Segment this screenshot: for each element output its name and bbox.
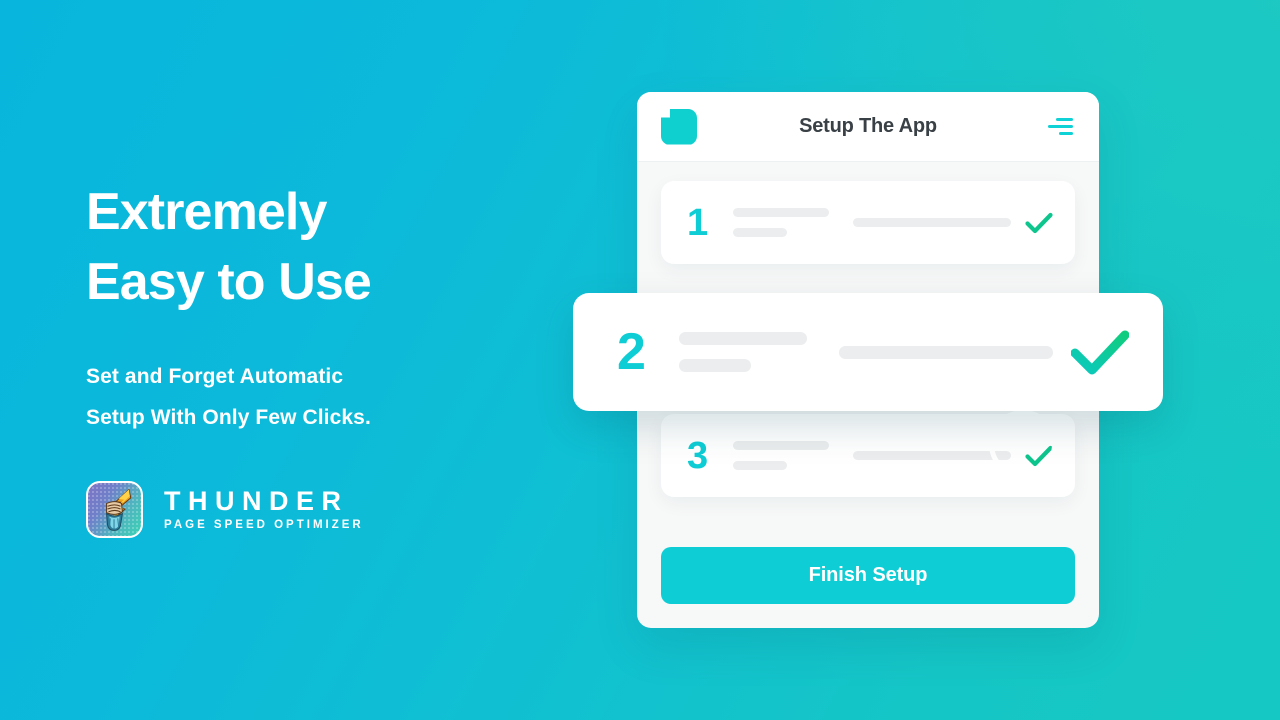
step-placeholder-lines-primary bbox=[733, 208, 829, 237]
step-number: 1 bbox=[687, 201, 709, 244]
left-content-panel: Extremely Easy to Use Set and Forget Aut… bbox=[86, 178, 556, 538]
brand-name: THUNDER bbox=[164, 485, 349, 516]
subheadline-line-1: Set and Forget Automatic bbox=[86, 365, 344, 389]
step-placeholder-lines-secondary bbox=[829, 218, 1017, 227]
skeleton-bar bbox=[733, 208, 829, 217]
page-title: Extremely Easy to Use bbox=[86, 178, 556, 317]
hamburger-menu-icon[interactable] bbox=[1048, 118, 1073, 135]
skeleton-bar bbox=[853, 451, 1011, 460]
setup-step-row-highlighted[interactable]: 2 bbox=[573, 293, 1163, 411]
skeleton-bar bbox=[733, 228, 787, 237]
skeleton-bar bbox=[679, 359, 751, 372]
finish-setup-button[interactable]: Finish Setup bbox=[661, 547, 1075, 604]
step-placeholder-lines-secondary bbox=[829, 451, 1017, 460]
headline-line-1: Extremely bbox=[86, 183, 327, 241]
fist-holding-lightning-bolt-icon bbox=[86, 481, 143, 538]
skeleton-bar bbox=[679, 332, 807, 345]
skeleton-bar bbox=[733, 441, 829, 450]
skeleton-bar bbox=[839, 345, 1053, 359]
promo-banner: Extremely Easy to Use Set and Forget Aut… bbox=[0, 0, 1280, 720]
brand-text: THUNDER PAGE SPEED OPTIMIZER bbox=[164, 485, 364, 532]
step-number: 3 bbox=[687, 434, 709, 477]
step-placeholder-lines-primary bbox=[679, 332, 807, 372]
step-placeholder-lines-primary bbox=[733, 441, 829, 470]
decorative-circle-outline bbox=[989, 410, 1057, 478]
check-icon bbox=[1017, 212, 1053, 234]
app-header: Setup The App bbox=[637, 92, 1099, 162]
subheadline: Set and Forget Automatic Setup With Only… bbox=[86, 357, 556, 439]
brand-tagline: PAGE SPEED OPTIMIZER bbox=[164, 518, 364, 531]
hamburger-line-3 bbox=[1059, 132, 1073, 135]
brand-logo-lockup: THUNDER PAGE SPEED OPTIMIZER bbox=[86, 481, 364, 538]
skeleton-bar bbox=[733, 461, 787, 470]
check-icon bbox=[1067, 330, 1129, 375]
app-title: Setup The App bbox=[799, 115, 937, 137]
setup-step-row[interactable]: 1 bbox=[661, 181, 1075, 264]
headline-line-2: Easy to Use bbox=[86, 252, 372, 311]
hamburger-line-2 bbox=[1048, 125, 1073, 128]
subheadline-line-2: Setup With Only Few Clicks. bbox=[86, 406, 371, 430]
step-number: 2 bbox=[617, 323, 646, 381]
step-placeholder-lines-secondary bbox=[807, 345, 1067, 359]
hamburger-line-1 bbox=[1056, 118, 1073, 121]
skeleton-bar bbox=[853, 218, 1011, 227]
app-square-logo-icon bbox=[661, 108, 697, 145]
